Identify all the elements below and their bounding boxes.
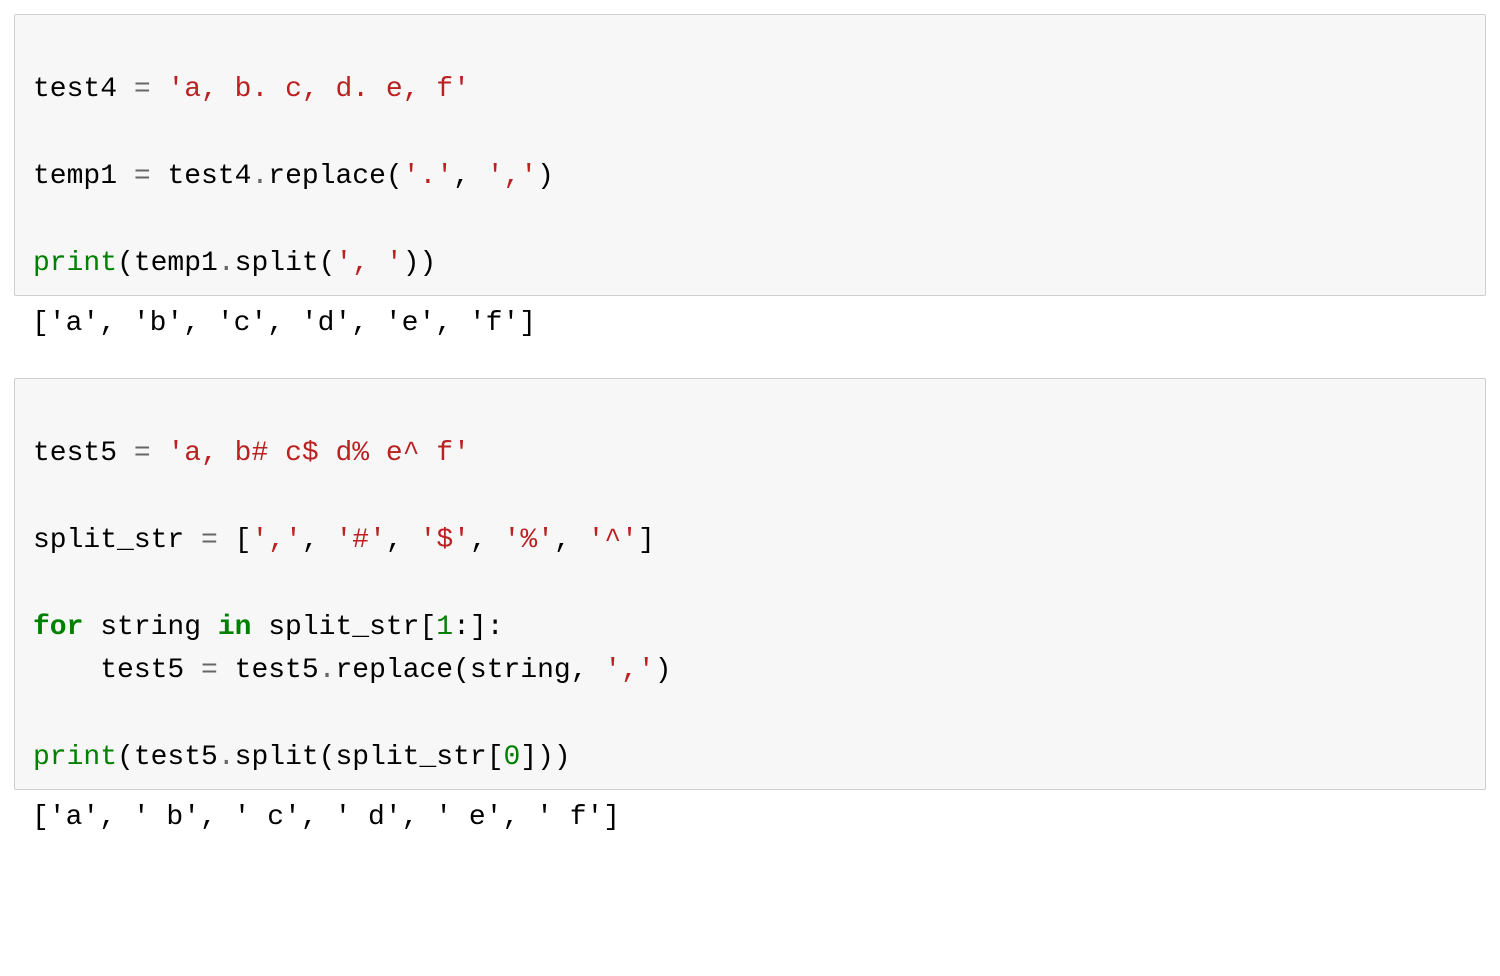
code-token: = xyxy=(201,525,218,556)
code-token: '$' xyxy=(420,525,470,556)
code-token: ',' xyxy=(604,655,654,686)
code-token: . xyxy=(218,248,235,279)
code-token: , xyxy=(302,525,336,556)
code-token: = xyxy=(201,655,218,686)
code-token: '^' xyxy=(588,525,638,556)
output-cell-1: ['a', 'b', 'c', 'd', 'e', 'f'] xyxy=(14,296,1486,357)
code-token: '.' xyxy=(403,161,453,192)
code-token: in xyxy=(218,612,252,643)
code-token: print xyxy=(33,248,117,279)
code-token: = xyxy=(134,161,151,192)
code-token: '#' xyxy=(335,525,385,556)
code-token: replace( xyxy=(268,161,402,192)
code-token: ])) xyxy=(520,742,570,773)
code-token: 1 xyxy=(436,612,453,643)
notebook-container: test4 = 'a, b. c, d. e, f' temp1 = test4… xyxy=(0,14,1500,852)
code-token: . xyxy=(218,742,235,773)
code-token: ) xyxy=(537,161,554,192)
output-cell-2: ['a', ' b', ' c', ' d', ' e', ' f'] xyxy=(14,790,1486,851)
code-token: :]: xyxy=(453,612,503,643)
code-token: [ xyxy=(218,525,252,556)
code-token: . xyxy=(251,161,268,192)
code-token: replace(string, xyxy=(335,655,604,686)
code-token: '%' xyxy=(504,525,554,556)
code-token: split( xyxy=(235,248,336,279)
code-token xyxy=(151,438,168,469)
code-cell-2[interactable]: test5 = 'a, b# c$ d% e^ f' split_str = [… xyxy=(14,378,1486,791)
code-token: ',' xyxy=(487,161,537,192)
code-token: ) xyxy=(655,655,672,686)
code-token: = xyxy=(134,74,151,105)
code-token: split_str xyxy=(33,525,201,556)
code-token: split(split_str[ xyxy=(235,742,504,773)
code-token: ] xyxy=(638,525,655,556)
code-token: split_str[ xyxy=(251,612,436,643)
code-token: 'a, b# c$ d% e^ f' xyxy=(167,438,469,469)
code-token: test4 xyxy=(33,74,134,105)
output-text: ['a', 'b', 'c', 'd', 'e', 'f'] xyxy=(32,308,536,339)
code-token: = xyxy=(134,438,151,469)
code-token: string xyxy=(83,612,217,643)
code-token: )) xyxy=(403,248,437,279)
code-token: , xyxy=(386,525,420,556)
code-token: ', ' xyxy=(335,248,402,279)
code-token: (temp1 xyxy=(117,248,218,279)
code-token: , xyxy=(554,525,588,556)
output-text: ['a', ' b', ' c', ' d', ' e', ' f'] xyxy=(32,802,620,833)
code-token: (test5 xyxy=(117,742,218,773)
code-token: ',' xyxy=(251,525,301,556)
code-token: test5 xyxy=(218,655,319,686)
code-token: print xyxy=(33,742,117,773)
code-token xyxy=(151,74,168,105)
code-token: . xyxy=(319,655,336,686)
code-token: 0 xyxy=(504,742,521,773)
code-token: test5 xyxy=(33,655,201,686)
code-cell-1[interactable]: test4 = 'a, b. c, d. e, f' temp1 = test4… xyxy=(14,14,1486,296)
code-token: , xyxy=(453,161,487,192)
code-token: temp1 xyxy=(33,161,134,192)
code-token: , xyxy=(470,525,504,556)
code-token: test5 xyxy=(33,438,134,469)
code-token: 'a, b. c, d. e, f' xyxy=(167,74,469,105)
code-token: for xyxy=(33,612,83,643)
code-token: test4 xyxy=(151,161,252,192)
